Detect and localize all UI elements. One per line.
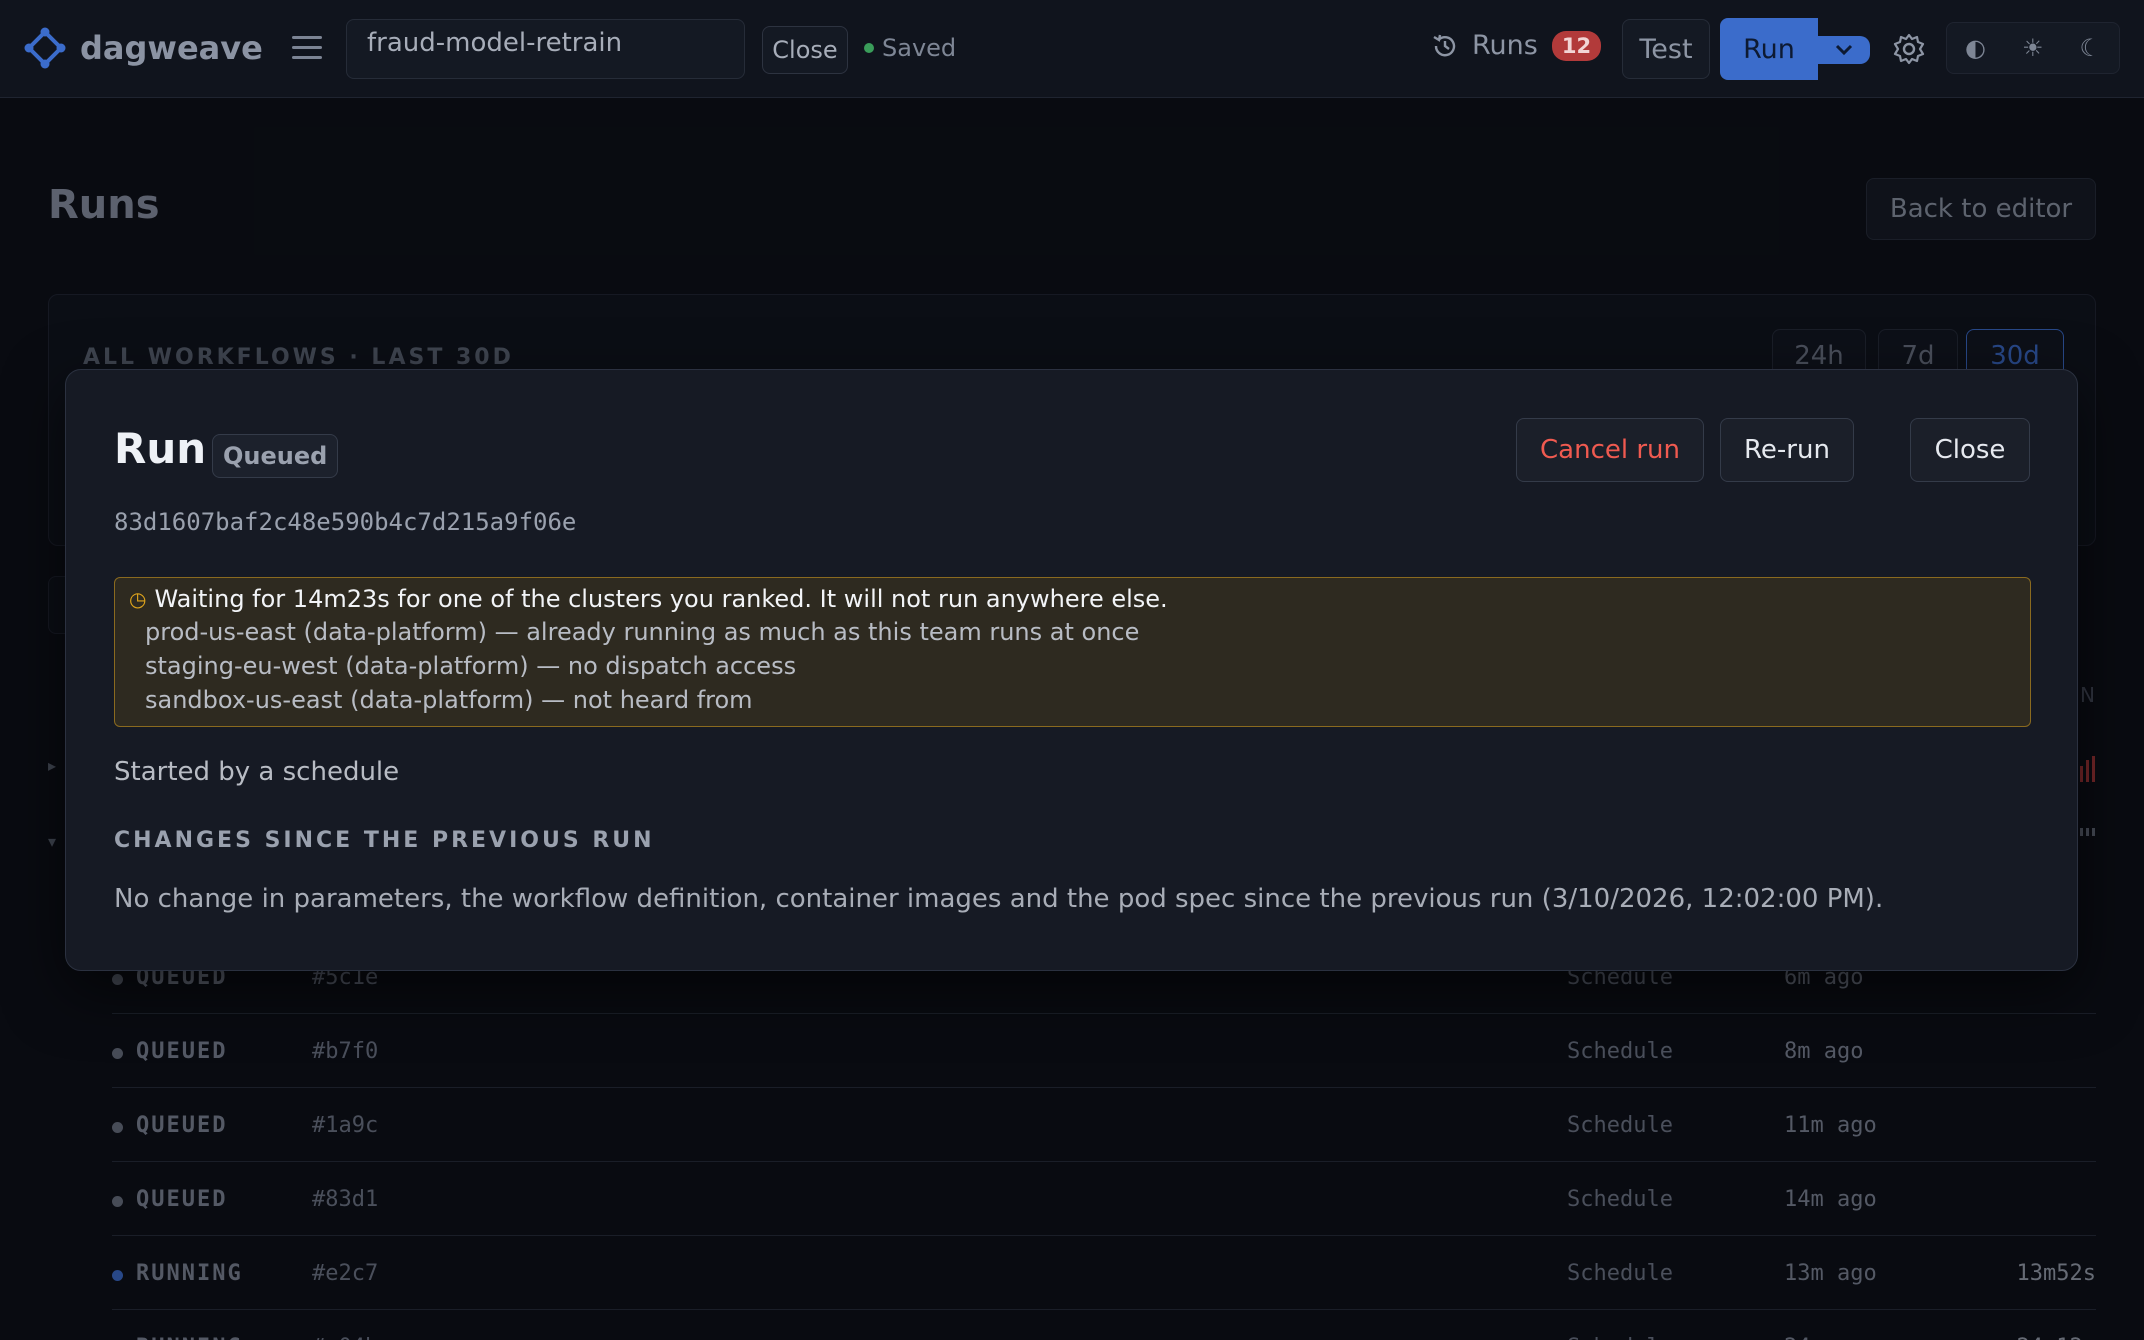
changes-heading: CHANGES SINCE THE PREVIOUS RUN: [114, 828, 655, 853]
cluster-line: staging-eu-west (data-platform) — no dis…: [145, 652, 797, 680]
cluster-line: prod-us-east (data-platform) — already r…: [145, 618, 1140, 646]
runs-button[interactable]: Runs 12: [1430, 30, 1602, 61]
menu-icon[interactable]: [292, 36, 322, 60]
warning-headline-row: ◷ Waiting for 14m23s for one of the clus…: [129, 584, 2016, 614]
warning-headline: Waiting for 14m23s for one of the cluste…: [154, 585, 1168, 613]
saved-dot-icon: [864, 43, 874, 53]
clock-icon: ◷: [129, 587, 147, 611]
history-icon: [1433, 34, 1456, 56]
close-workflow-button[interactable]: Close: [762, 26, 848, 74]
rerun-button[interactable]: Re-run: [1720, 418, 1854, 482]
run-details-modal: Run Queued Cancel run Re-run Close 83d16…: [65, 369, 2078, 971]
dagweave-logo-icon: [24, 27, 66, 69]
theme-switcher: ◐ ☀ ☾: [1946, 22, 2120, 74]
app-name: dagweave: [80, 29, 263, 67]
workflow-name-input[interactable]: fraud-model-retrain: [346, 19, 745, 79]
save-status: Saved: [864, 34, 956, 62]
cancel-run-button[interactable]: Cancel run: [1516, 418, 1704, 482]
runs-count-badge: 12: [1551, 30, 1602, 61]
run-options-dropdown[interactable]: [1818, 36, 1870, 64]
close-modal-button[interactable]: Close: [1910, 418, 2030, 482]
waiting-warning: ◷ Waiting for 14m23s for one of the clus…: [114, 577, 2031, 727]
saved-label: Saved: [882, 34, 957, 62]
top-bar: dagweave fraud-model-retrain Close Saved…: [0, 0, 2144, 98]
run-button[interactable]: Run: [1720, 18, 1818, 80]
started-by: Started by a schedule: [114, 757, 400, 787]
cluster-line: sandbox-us-east (data-platform) — not he…: [145, 686, 753, 714]
theme-dark-icon[interactable]: ☾: [2079, 34, 2101, 62]
gear-icon[interactable]: [1892, 32, 1926, 66]
theme-auto-icon[interactable]: ◐: [1965, 34, 1986, 62]
runs-label: Runs: [1472, 30, 1538, 61]
changes-text: No change in parameters, the workflow de…: [114, 884, 1884, 914]
run-status-badge: Queued: [212, 434, 339, 478]
test-button[interactable]: Test: [1622, 19, 1710, 79]
brand[interactable]: dagweave: [24, 27, 263, 69]
chevron-down-icon: [1835, 44, 1853, 56]
run-hash: 83d1607baf2c48e590b4c7d215a9f06e: [114, 508, 577, 536]
modal-title: Run: [114, 424, 207, 473]
theme-light-icon[interactable]: ☀: [2022, 34, 2044, 62]
